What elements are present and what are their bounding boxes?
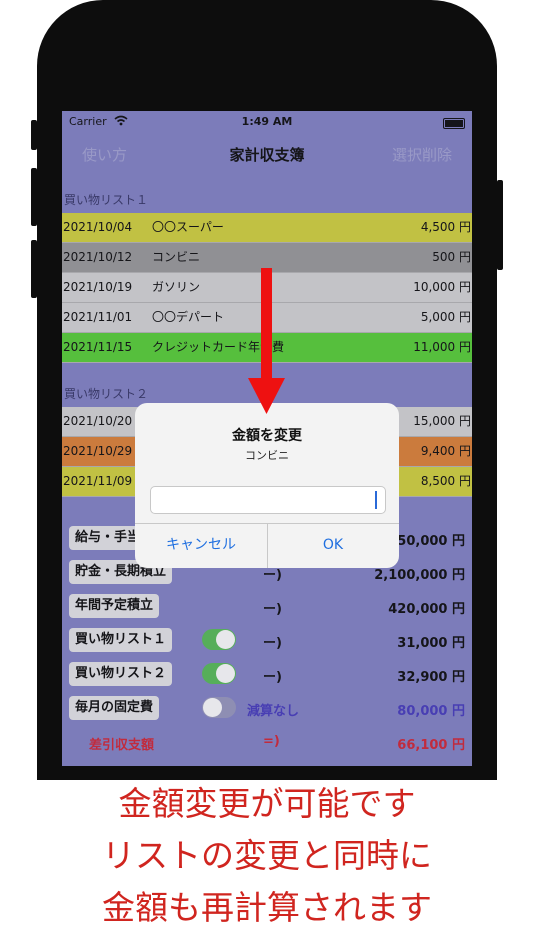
cancel-button[interactable]: キャンセル xyxy=(135,523,267,568)
power-button xyxy=(497,180,503,270)
caption-line-1: 金額変更が可能です xyxy=(118,784,416,823)
change-amount-dialog: 金額を変更 コンビニ キャンセル OK xyxy=(135,403,399,568)
volume-down-button xyxy=(31,240,37,298)
caption-line-3: 金額も再計算されます xyxy=(102,888,432,927)
volume-up-button xyxy=(31,168,37,226)
ok-button[interactable]: OK xyxy=(267,523,399,568)
caption-line-2: リストの変更と同時に xyxy=(102,836,432,875)
amount-input[interactable] xyxy=(150,486,386,514)
mute-switch xyxy=(31,120,37,150)
dialog-title: 金額を変更 xyxy=(232,428,302,444)
dialog-subtitle: コンビニ xyxy=(245,449,289,462)
text-caret xyxy=(375,491,377,509)
